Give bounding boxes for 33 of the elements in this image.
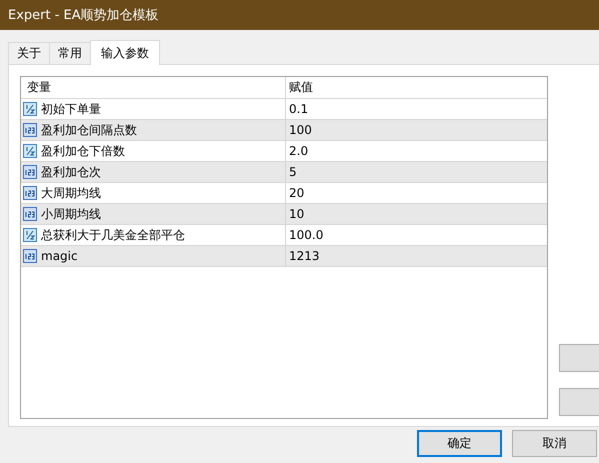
parameter-name: 总获利大于几美金全部平仓 <box>41 226 185 244</box>
side-button[interactable] <box>559 344 599 372</box>
column-header: 变量 <box>27 79 51 96</box>
parameter-name: 大周期均线 <box>41 184 101 202</box>
integer-icon <box>23 249 37 263</box>
parameter-name: 盈利加仓下倍数 <box>41 142 125 160</box>
parameter-value[interactable]: 20 <box>289 186 304 200</box>
window-title: Expert - EA顺势加仓模板 <box>8 7 159 24</box>
fraction-icon <box>23 102 37 116</box>
parameter-name: 初始下单量 <box>41 100 101 118</box>
parameter-value[interactable]: 2.0 <box>289 144 308 158</box>
fraction-icon <box>23 228 37 242</box>
parameter-value[interactable]: 0.1 <box>289 102 308 116</box>
cancel-button[interactable]: 取消 <box>512 430 597 457</box>
integer-icon <box>23 186 37 200</box>
parameter-value[interactable]: 100 <box>289 123 312 137</box>
parameter-name: 盈利加仓次 <box>41 164 101 180</box>
fraction-icon <box>23 144 37 158</box>
tab[interactable]: 输入参数 <box>90 40 160 65</box>
column-header: 赋值 <box>289 79 313 96</box>
parameter-value[interactable]: 1213 <box>289 249 320 263</box>
parameter-value[interactable]: 10 <box>289 207 304 221</box>
integer-icon <box>23 123 37 137</box>
side-button[interactable] <box>559 388 599 416</box>
parameter-value[interactable]: 100.0 <box>289 228 324 242</box>
integer-icon <box>23 165 37 179</box>
integer-icon <box>23 207 37 221</box>
parameter-name: 盈利加仓间隔点数 <box>41 122 137 138</box>
parameter-name: magic <box>41 249 78 263</box>
parameter-value[interactable]: 5 <box>289 165 297 179</box>
parameter-name: 小周期均线 <box>41 206 101 222</box>
ok-button[interactable]: 确定 <box>417 430 502 457</box>
tab[interactable]: 关于 <box>8 42 50 64</box>
